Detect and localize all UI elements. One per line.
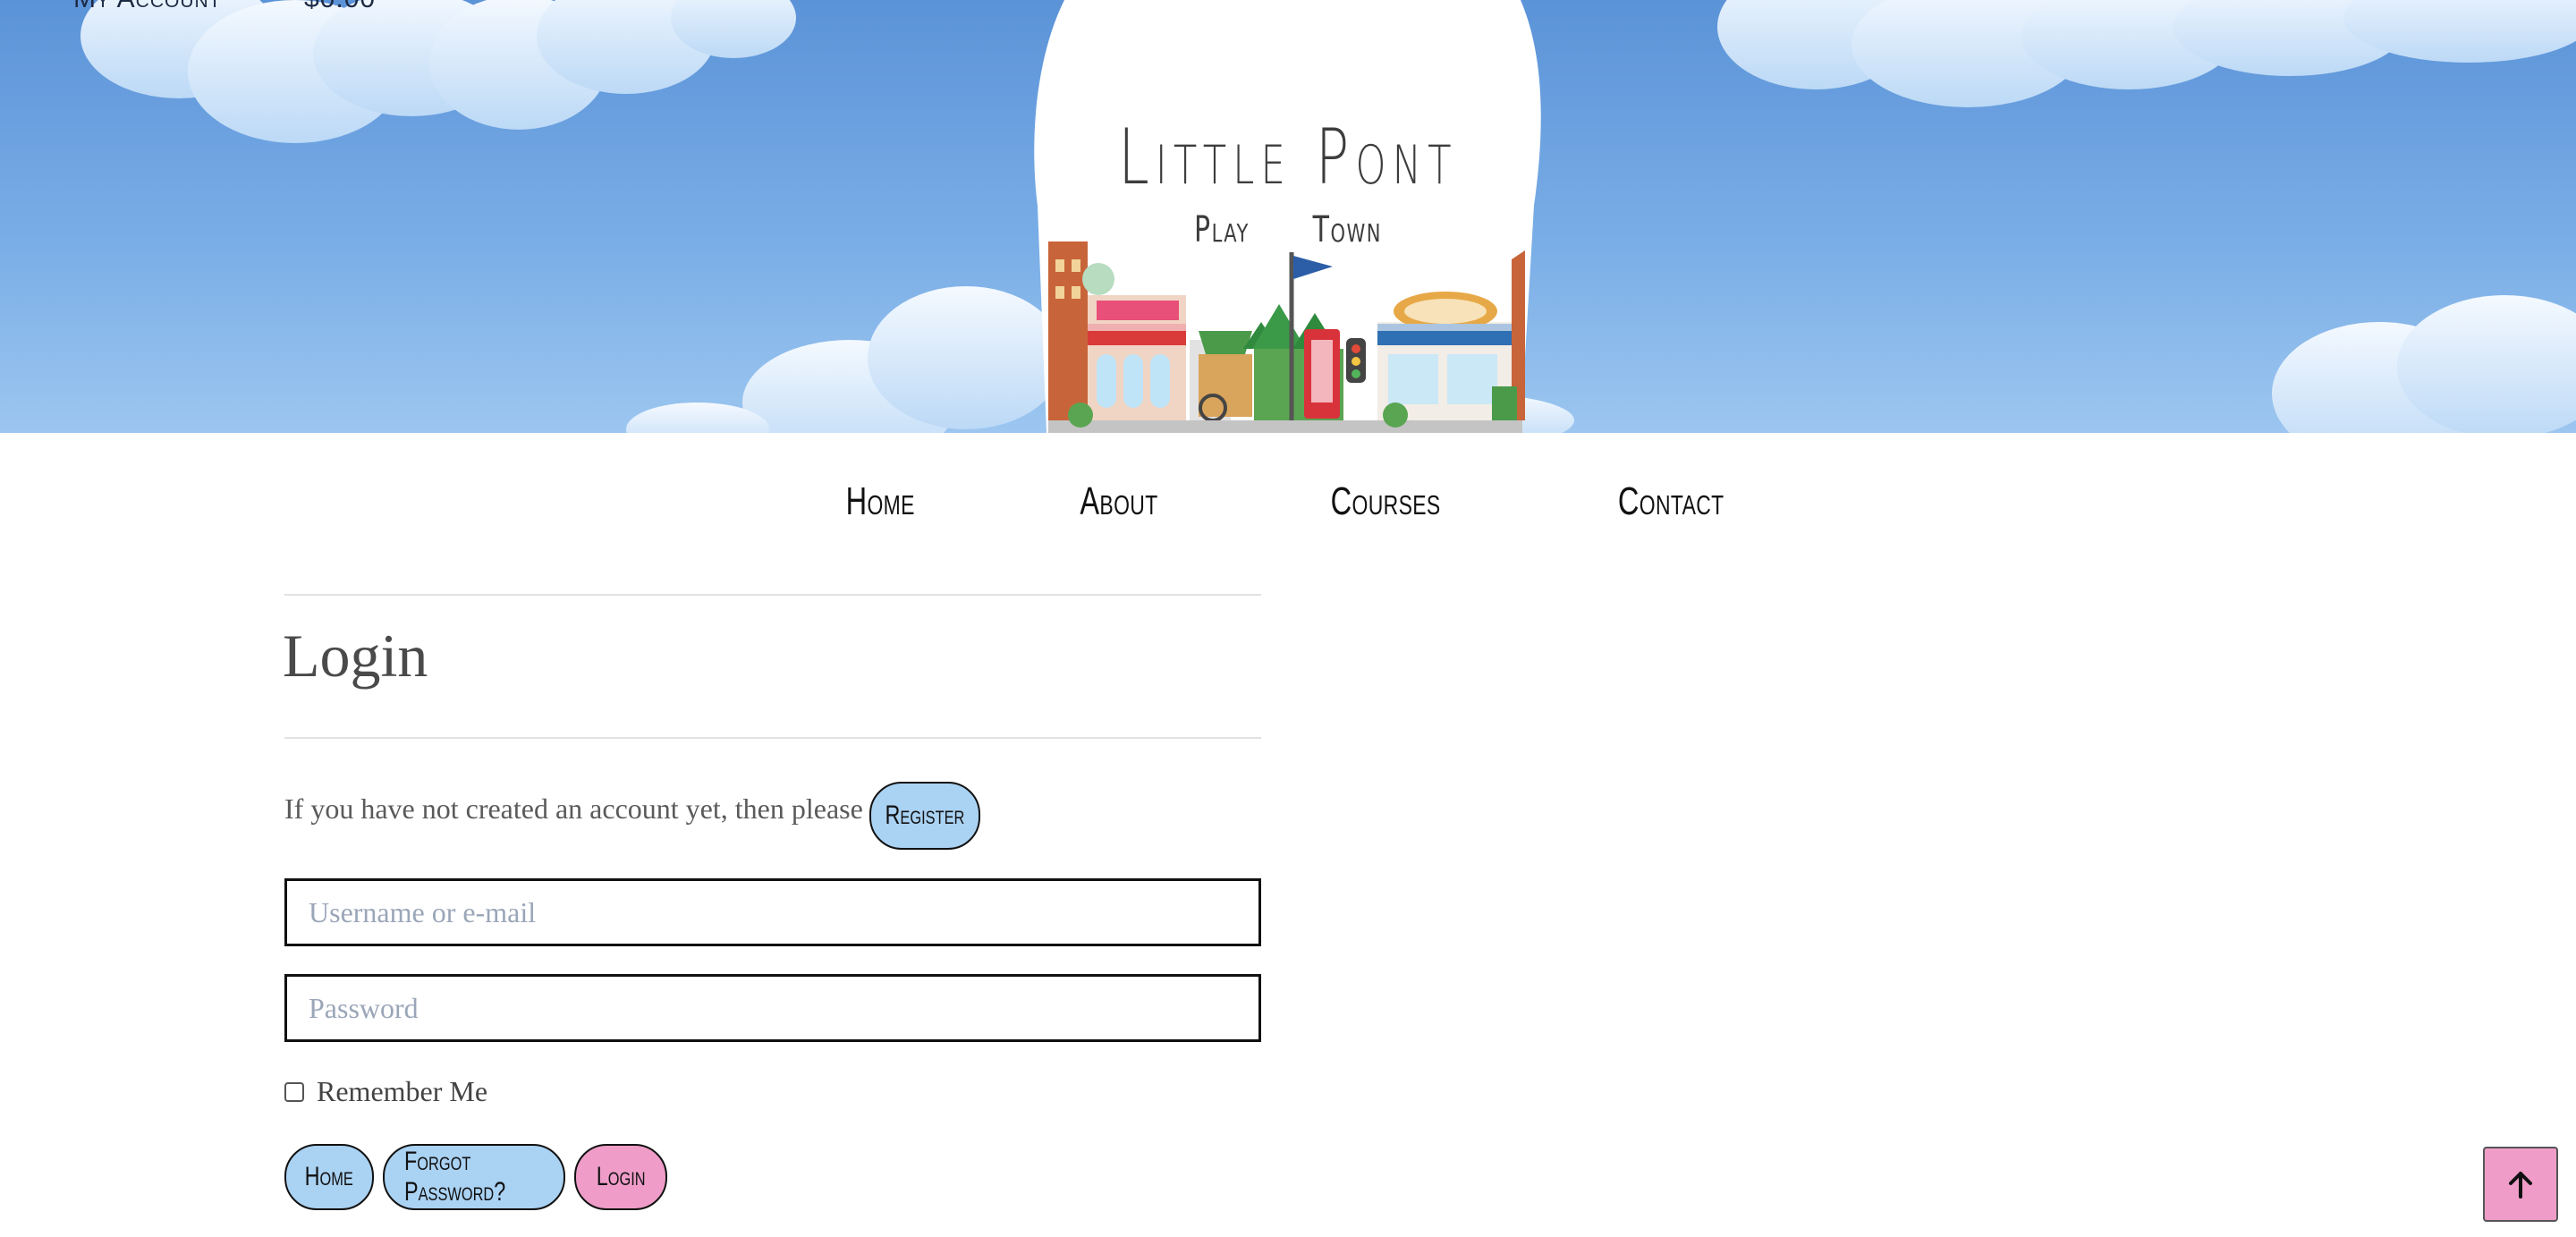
arrow-up-icon: [2509, 1172, 2532, 1199]
header-banner: My Account $0.00 Little Pont Play Town: [0, 0, 2576, 433]
nav-item-home[interactable]: Home: [845, 479, 914, 524]
home-button[interactable]: Home: [284, 1144, 374, 1210]
site-logo-subtitle: Play Town: [1194, 209, 1382, 250]
main-nav: Home About Courses Contact: [0, 479, 2576, 524]
scroll-to-top-button[interactable]: [2483, 1147, 2558, 1222]
home-button-label: Home: [304, 1162, 354, 1191]
password-input[interactable]: [284, 974, 1261, 1042]
register-button[interactable]: Register: [869, 782, 980, 850]
register-prompt: If you have not created an account yet, …: [284, 792, 863, 825]
username-input[interactable]: [284, 878, 1261, 946]
login-button[interactable]: Login: [574, 1144, 667, 1210]
divider-top: [284, 594, 1261, 596]
divider-bottom: [284, 737, 1261, 739]
remember-me-row[interactable]: Remember Me: [284, 1075, 487, 1108]
page-title: Login: [283, 622, 428, 690]
register-button-label: Register: [885, 801, 965, 830]
login-button-label: Login: [596, 1162, 646, 1191]
nav-item-about[interactable]: About: [1080, 479, 1157, 524]
nav-item-contact[interactable]: Contact: [1618, 479, 1724, 524]
my-account-link[interactable]: My Account: [73, 0, 222, 14]
remember-me-label: Remember Me: [317, 1075, 488, 1107]
cart-total[interactable]: $0.00: [304, 0, 376, 14]
logo-subtitle-left: Play: [1194, 209, 1250, 250]
forgot-password-button-label: Forgot Password?: [404, 1147, 506, 1207]
site-logo-title[interactable]: Little Pont: [1101, 113, 1475, 202]
nav-item-courses[interactable]: Courses: [1330, 479, 1440, 524]
forgot-password-button[interactable]: Forgot Password?: [383, 1144, 565, 1210]
remember-me-checkbox[interactable]: [284, 1081, 304, 1102]
logo-subtitle-right: Town: [1312, 209, 1382, 250]
